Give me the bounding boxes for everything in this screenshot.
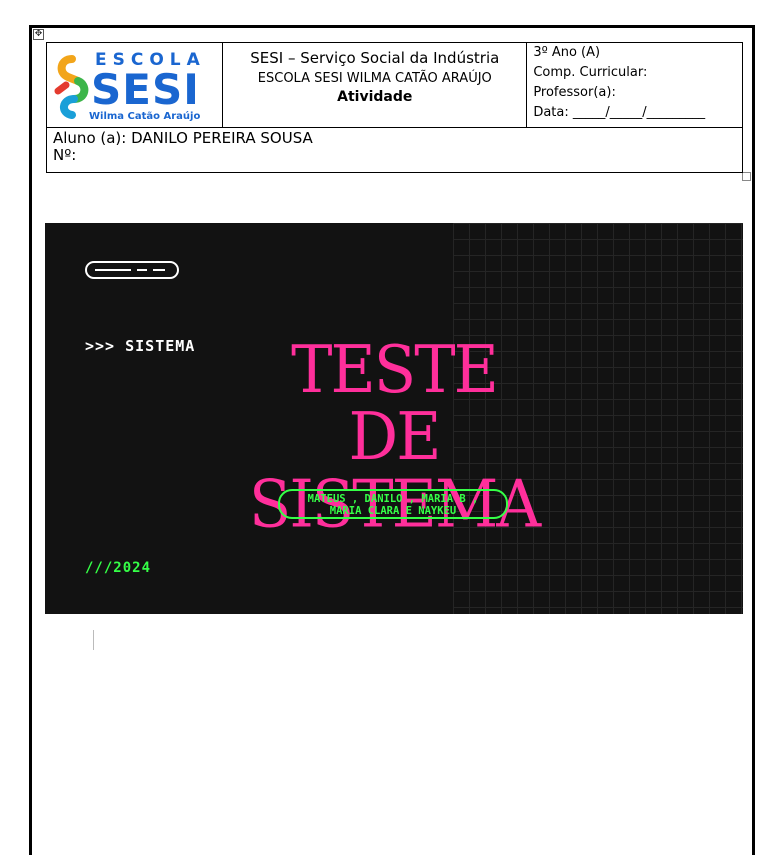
institution-name: SESI – Serviço Social da Indústria (250, 49, 500, 67)
activity-label: Atividade (337, 89, 413, 105)
header-table: ESCOLA SESI Wilma Catão Araújo SESI – Se… (45, 42, 743, 173)
title-slide-image[interactable]: >>> SISTEMA TESTE DE SISTEMA MATEUS , DA… (45, 223, 743, 614)
text-cursor (93, 630, 94, 650)
sistema-tag: >>> SISTEMA (85, 337, 196, 355)
title-line-1: TESTE DE (291, 330, 499, 475)
logo-subtitle: Wilma Catão Araújo (89, 111, 201, 122)
student-number: Nº: (53, 146, 77, 164)
student-name: Aluno (a): DANILO PEREIRA SOUSA (53, 129, 313, 147)
date-label: Data: _____/_____/_________ (533, 105, 706, 120)
institution-cell: SESI – Serviço Social da Indústria ESCOL… (222, 42, 528, 128)
school-name: ESCOLA SESI WILMA CATÃO ARAÚJO (257, 71, 492, 86)
names-line-1: MATEUS , DANILO , MARIA B , (307, 493, 479, 505)
student-cell: Aluno (a): DANILO PEREIRA SOUSA Nº: (46, 127, 743, 173)
class-info-cell: 3º Ano (A) Comp. Curricular: Professor(a… (526, 42, 743, 128)
pill-decoration-icon (85, 261, 179, 279)
sesi-logo-icon (54, 55, 89, 119)
team-names-badge: MATEUS , DANILO , MARIA B , MARIA CLARA … (278, 489, 508, 519)
table-resize-handle[interactable] (742, 172, 751, 181)
curricular-component-label: Comp. Curricular: (533, 65, 648, 80)
teacher-label: Professor(a): (533, 85, 616, 100)
logo-sesi-text: SESI (91, 65, 200, 114)
table-move-handle-icon[interactable]: ✥ (33, 29, 44, 40)
names-line-2: MARIA CLARA E NAYKEU (329, 505, 457, 517)
grade-label: 3º Ano (A) (533, 45, 601, 60)
logo-cell: ESCOLA SESI Wilma Catão Araújo (45, 42, 224, 128)
year-label: ///2024 (85, 560, 152, 576)
